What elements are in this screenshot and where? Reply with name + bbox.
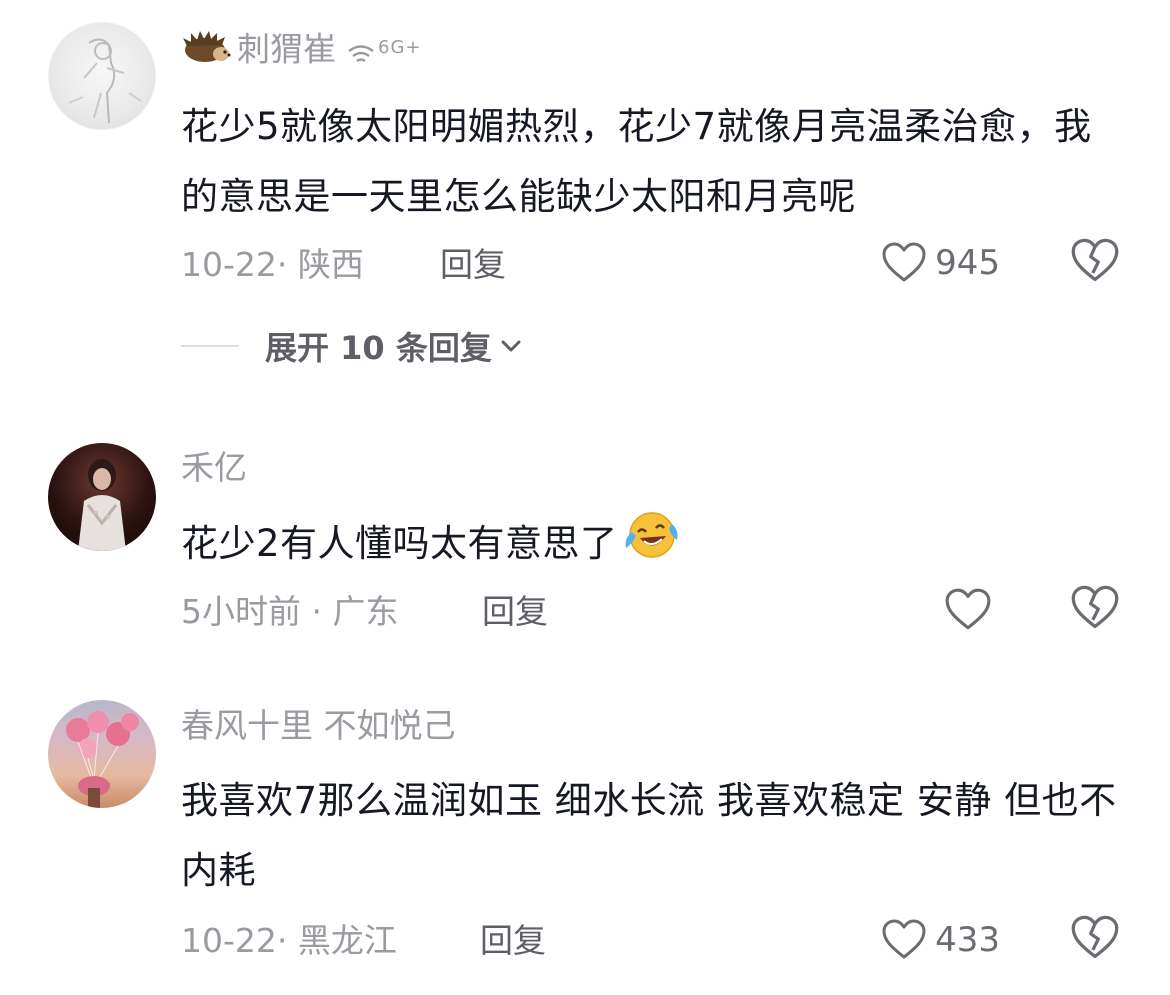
like-button[interactable]	[944, 580, 1000, 640]
avatar[interactable]	[48, 22, 156, 130]
avatar[interactable]	[48, 443, 156, 551]
comment-text: 花少5就像太阳明媚热烈，花少7就像月亮温柔治愈，我的意思是一天里怎么能缺少太阳和…	[181, 105, 1092, 218]
expand-replies-button[interactable]: 展开 10 条回复	[181, 323, 524, 369]
chevron-down-icon	[501, 340, 521, 352]
username[interactable]: 禾亿	[181, 448, 247, 488]
dislike-button[interactable]	[1070, 915, 1120, 965]
comment-meta: 10-22· 黑龙江	[181, 921, 397, 960]
avatar-sketch-image	[68, 38, 142, 124]
heart-outline-icon	[882, 242, 926, 282]
like-button[interactable]: 945	[881, 233, 1000, 293]
like-button[interactable]: 433	[881, 910, 1000, 970]
dislike-button[interactable]	[1070, 585, 1120, 635]
username-text: 刺猬崔	[237, 29, 336, 69]
comment-text: 我喜欢7那么温润如玉 细水长流 我喜欢稳定 安静 但也不内耗	[181, 779, 1117, 892]
username[interactable]: 刺猬崔 6G+	[181, 28, 421, 74]
wifi-signal-icon: 6G+	[346, 28, 421, 74]
hedgehog-icon	[181, 30, 231, 73]
avatar-balloons-image	[66, 711, 139, 808]
reply-button[interactable]: 回复	[440, 243, 506, 287]
comment-text: 花少2有人懂吗太有意思了	[181, 508, 1118, 583]
expand-replies-label: 展开 10 条回复	[265, 329, 492, 367]
reply-button[interactable]: 回复	[482, 590, 548, 634]
laughing-tears-emoji-icon	[622, 508, 680, 583]
broken-heart-icon	[1071, 915, 1119, 959]
divider-line	[181, 345, 239, 347]
comment-text-content: 花少2有人懂吗太有意思了	[181, 522, 618, 565]
like-count: 433	[935, 920, 1000, 960]
reply-button[interactable]: 回复	[480, 919, 546, 963]
comment-meta: 5小时前 · 广东	[181, 592, 399, 631]
username[interactable]: 春风十里 不如悦己	[181, 706, 456, 746]
signal-label: 6G+	[378, 37, 422, 58]
comment-meta: 10-22· 陕西	[181, 245, 364, 284]
dislike-button[interactable]	[1070, 238, 1120, 288]
avatar[interactable]	[48, 700, 156, 808]
avatar-performer-image	[78, 459, 126, 551]
heart-outline-icon	[882, 919, 926, 959]
like-count: 945	[935, 243, 1000, 283]
heart-outline-icon	[945, 588, 991, 630]
broken-heart-icon	[1071, 585, 1119, 629]
broken-heart-icon	[1071, 238, 1119, 282]
